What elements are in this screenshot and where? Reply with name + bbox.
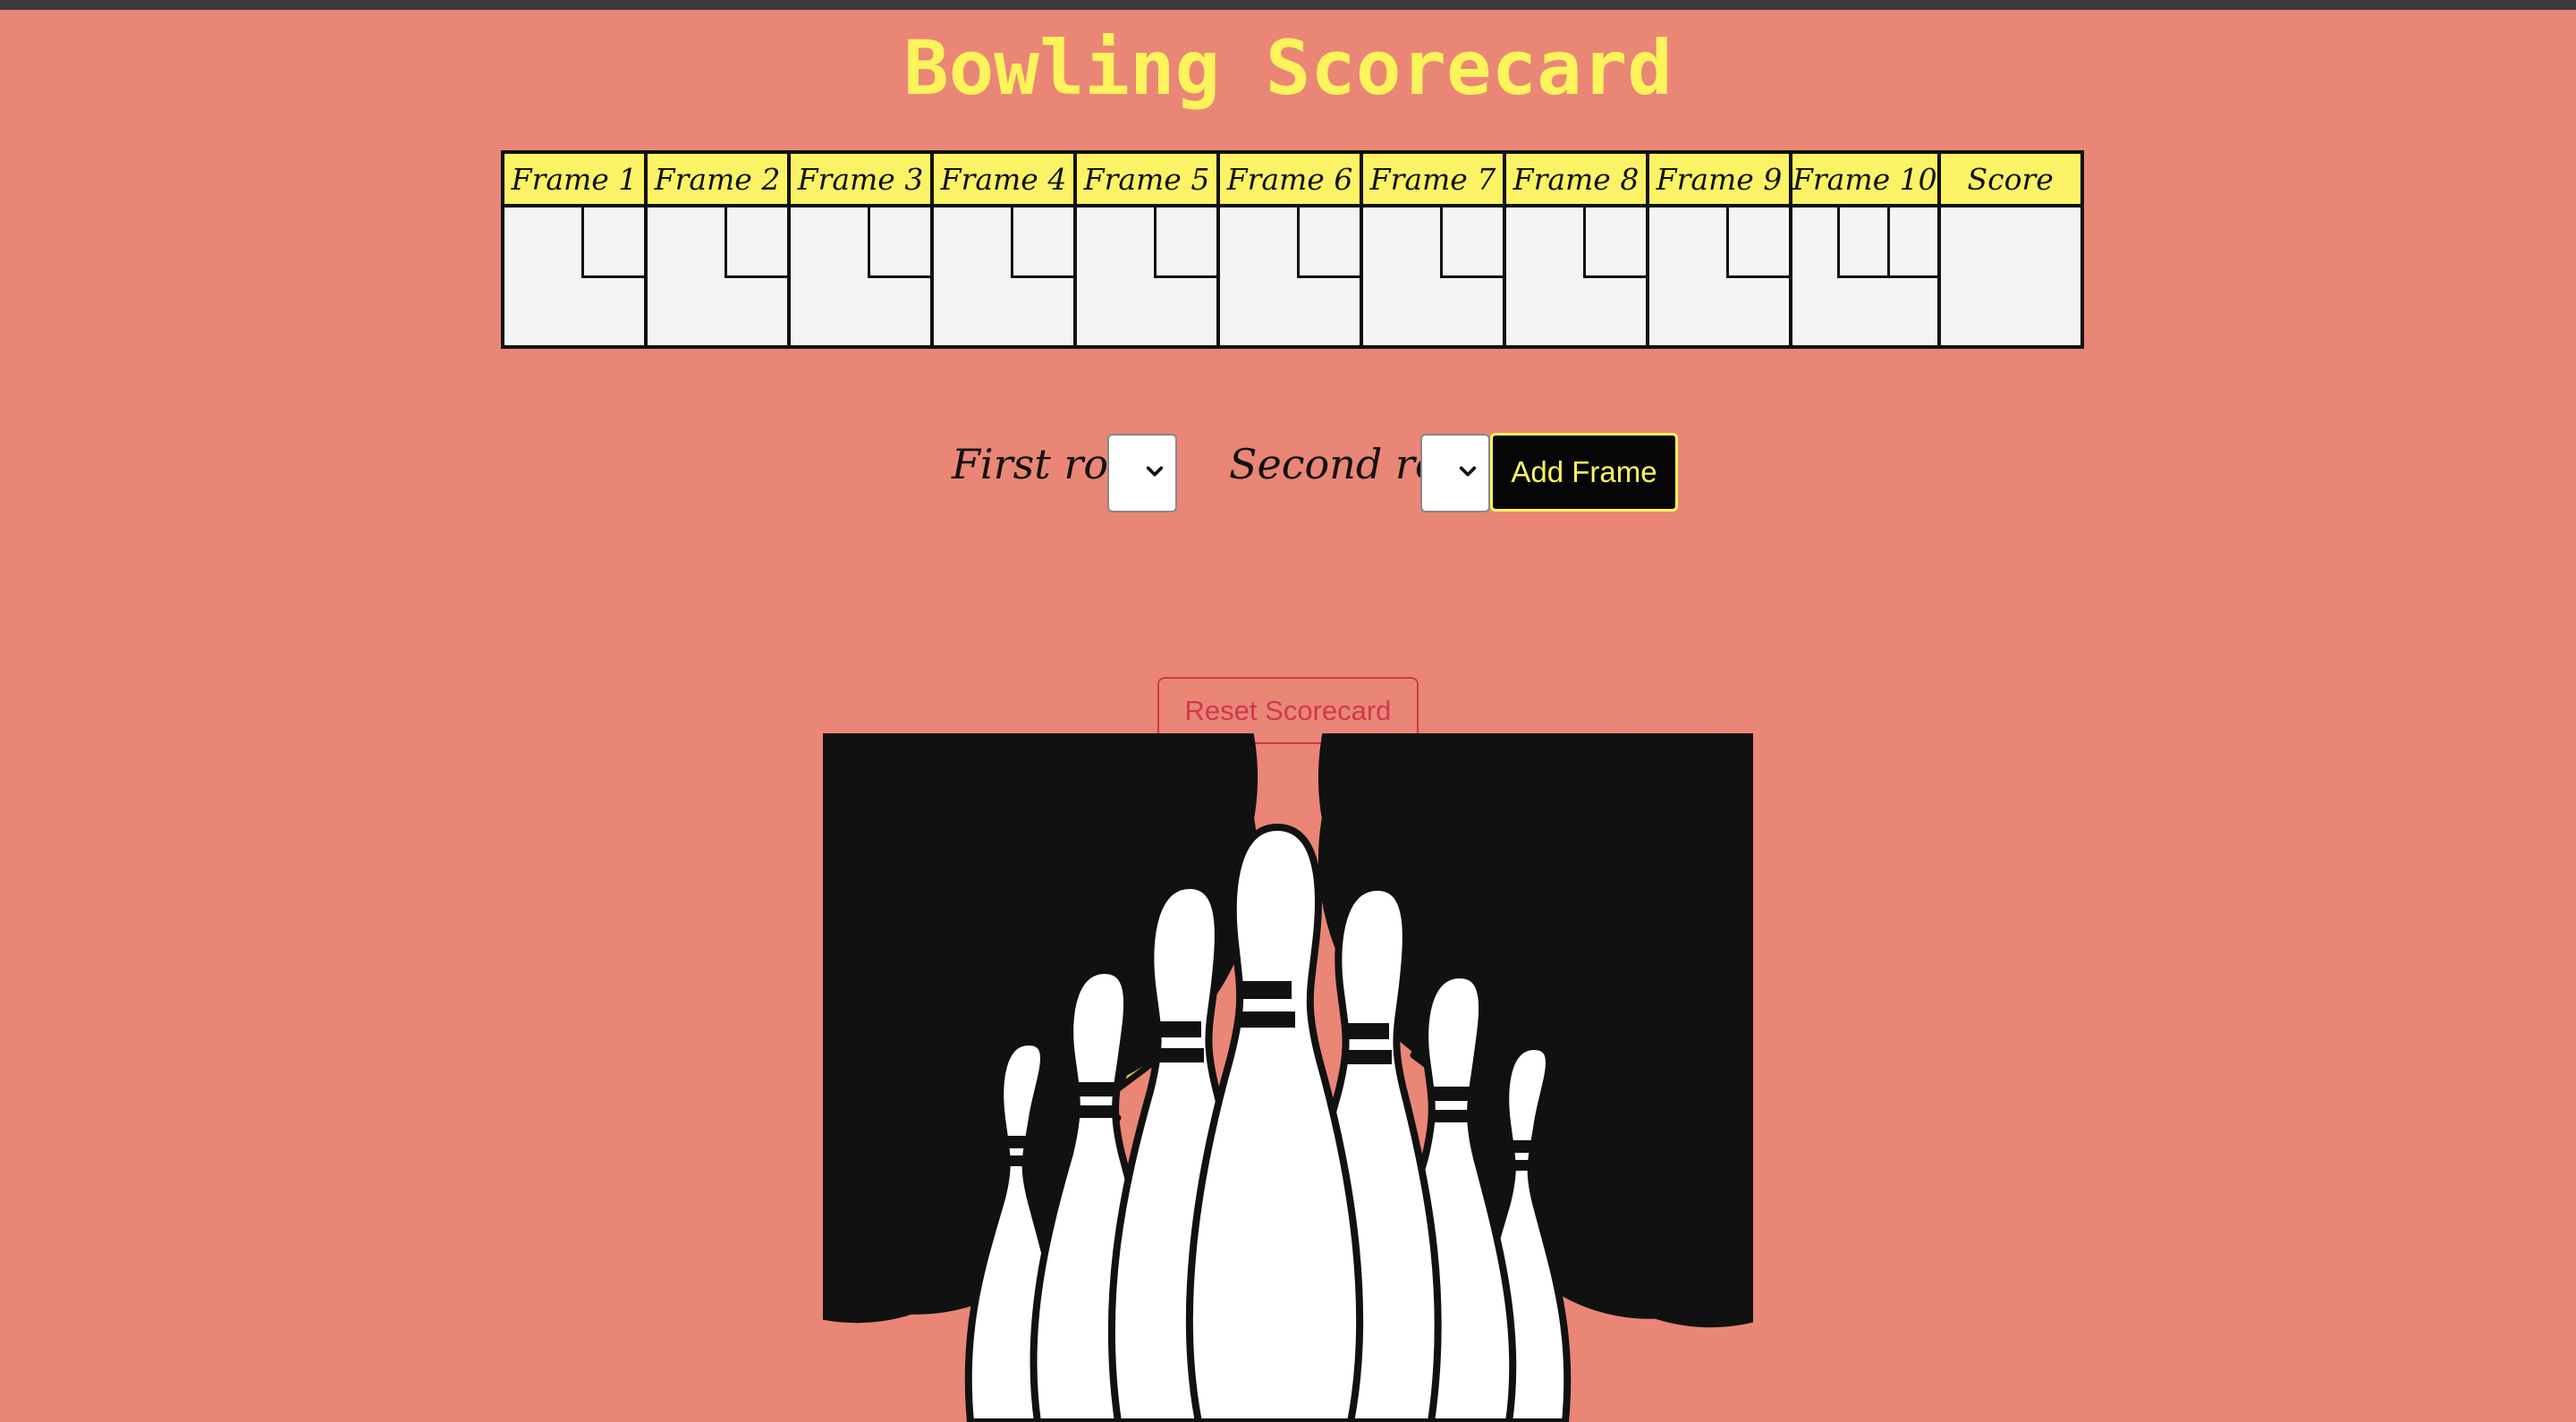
frame-header-7: Frame 7 — [1360, 150, 1506, 207]
browser-top-bar — [0, 0, 2576, 10]
second-roll-box — [1836, 207, 1887, 278]
first-roll-select[interactable] — [1107, 434, 1177, 512]
frame-cell-9 — [1646, 204, 1792, 349]
frame-header-5: Frame 5 — [1073, 150, 1220, 207]
frame-header-4: Frame 4 — [930, 150, 1077, 207]
frame-header-3: Frame 3 — [787, 150, 934, 207]
chevron-down-icon — [1146, 466, 1164, 477]
second-roll-box — [581, 207, 644, 278]
frame-header-9: Frame 9 — [1646, 150, 1792, 207]
frame-cell-5 — [1073, 204, 1220, 349]
scorecard-body-row — [501, 204, 2084, 349]
frame-cell-8 — [1503, 204, 1649, 349]
frame-cell-3 — [787, 204, 934, 349]
frame-header-8: Frame 8 — [1503, 150, 1649, 207]
page-title: Bowling Scorecard — [903, 24, 1673, 112]
second-roll-box — [1583, 207, 1646, 278]
frame-cell-2 — [644, 204, 791, 349]
chevron-down-icon — [1459, 466, 1477, 477]
second-roll-box — [1297, 207, 1360, 278]
scorecard-header-row: Frame 1 Frame 2 Frame 3 Frame 4 Frame 5 … — [501, 150, 2084, 207]
frame-cell-6 — [1216, 204, 1363, 349]
frame-cell-1 — [501, 204, 648, 349]
second-roll-box — [1011, 207, 1073, 278]
frame-header-6: Frame 6 — [1216, 150, 1363, 207]
frame-header-1: Frame 1 — [501, 150, 648, 207]
second-roll-select[interactable] — [1420, 434, 1490, 512]
score-cell — [1936, 204, 2084, 349]
frame-header-2: Frame 2 — [644, 150, 791, 207]
frame-header-10: Frame 10 — [1789, 150, 1941, 207]
bowling-pins-with-stars-illustration — [823, 733, 1753, 1422]
third-roll-box — [1886, 207, 1937, 278]
frame-cell-7 — [1360, 204, 1506, 349]
frame-cell-4 — [930, 204, 1077, 349]
second-roll-box — [1440, 207, 1503, 278]
second-roll-box — [1154, 207, 1216, 278]
second-roll-box — [1726, 207, 1789, 278]
second-roll-box — [868, 207, 930, 278]
second-roll-box — [724, 207, 787, 278]
frame-cell-10 — [1789, 204, 1941, 349]
score-header: Score — [1936, 150, 2084, 207]
scorecard-table: Frame 1 Frame 2 Frame 3 Frame 4 Frame 5 … — [501, 150, 2084, 349]
add-frame-button[interactable]: Add Frame — [1490, 433, 1678, 512]
